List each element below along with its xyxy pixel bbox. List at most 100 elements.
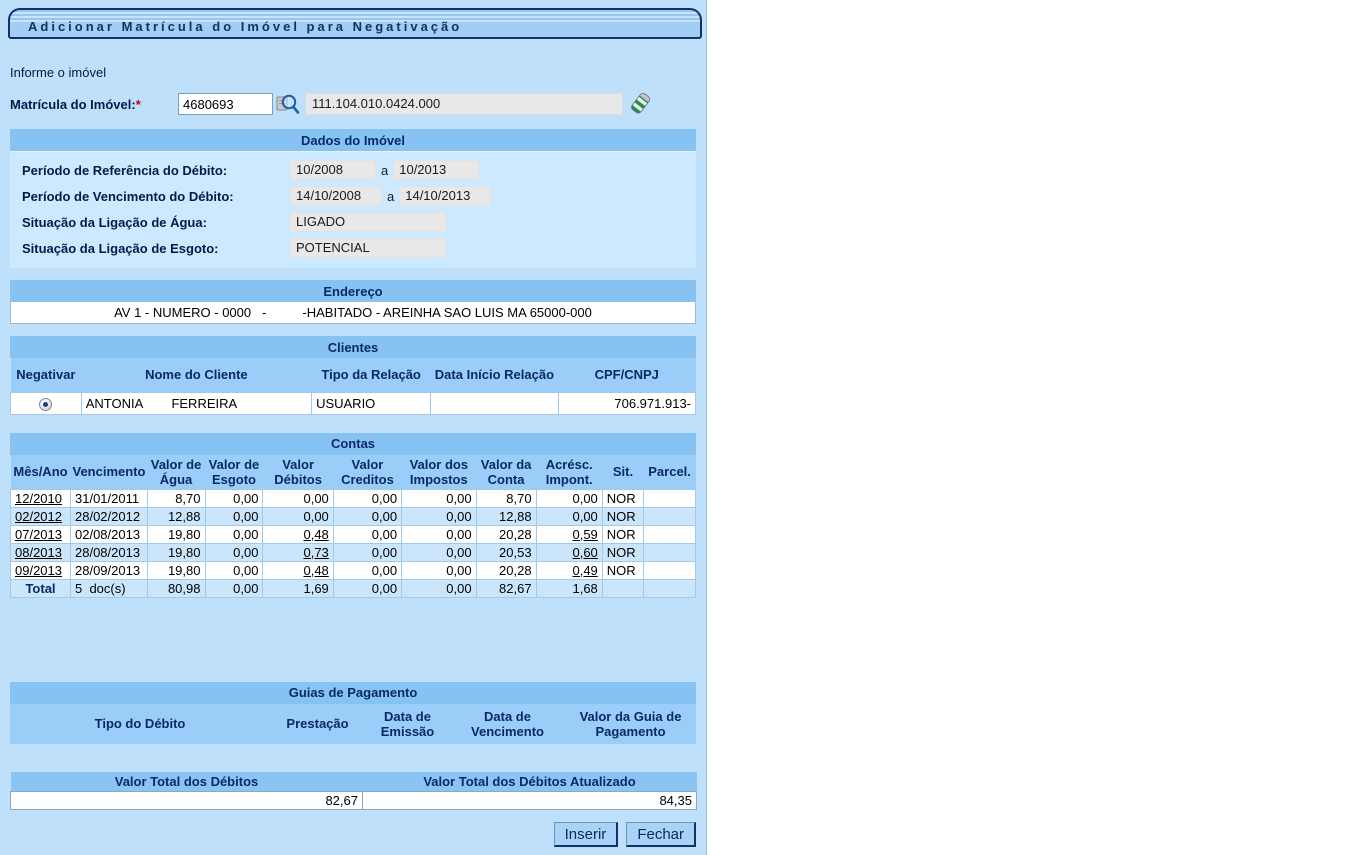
valor-creditos-cell: 0,00 [333,489,401,507]
guias-column-header: Tipo do Débito [10,704,270,744]
conta-row: 09/201328/09/201319,800,000,480,000,0020… [11,561,696,579]
mes-ano-link[interactable]: 09/2013 [11,561,71,579]
required-asterisk: * [136,97,141,112]
dados-imovel-panel: Dados do Imóvel Período de Referência do… [10,129,696,268]
valor-conta-cell: 20,28 [476,561,536,579]
contas-column-header: Acrésc. Impont. [536,455,602,490]
total-conta-cell: 82,67 [476,579,536,597]
total-acresc-cell: 1,68 [536,579,602,597]
mes-ano-link[interactable]: 02/2012 [11,507,71,525]
valor-total-debitos-value: 82,67 [11,792,363,810]
valor-debitos-link[interactable]: 0,48 [263,525,333,543]
cliente-cpf-cell: 706.971.913- [558,392,695,414]
periodo-from-field: 10/2008 [290,160,376,180]
dados-row: Período de Referência do Débito:10/2008 a… [16,157,690,183]
cliente-tipo-relacao-cell: USUARIO [312,392,431,414]
valor-agua-cell: 8,70 [147,489,205,507]
endereco-value: AV 1 - NUMERO - 0000 - -HABITADO - AREIN… [10,302,696,324]
dados-row-value: LIGADO [290,212,446,232]
clientes-table: NegativarNome do ClienteTipo da RelaçãoD… [10,358,696,415]
valor-conta-cell: 8,70 [476,489,536,507]
valor-debitos-cell: 0,00 [263,489,333,507]
matricula-input[interactable] [178,93,273,115]
contas-column-header: Valor dos Impostos [402,455,477,490]
contas-column-header: Valor de Água [147,455,205,490]
mes-ano-link[interactable]: 08/2013 [11,543,71,561]
vencimento-cell: 28/09/2013 [71,561,148,579]
matricula-label: Matrícula do Imóvel:* [10,97,178,112]
inserir-button[interactable]: Inserir [554,822,619,847]
acresc-impont-link[interactable]: 0,49 [536,561,602,579]
periodo-to-field: 14/10/2013 [399,186,491,206]
periodo-separator: a [381,163,388,178]
dados-row-label: Período de Vencimento do Débito: [16,189,290,204]
acresc-impont-link[interactable]: 0,60 [536,543,602,561]
mes-ano-link[interactable]: 07/2013 [11,525,71,543]
dados-row: Situação da Ligação de Água:LIGADO [16,209,690,235]
valor-impostos-cell: 0,00 [402,489,477,507]
valor-agua-cell: 19,80 [147,543,205,561]
valor-total-atualizado-value: 84,35 [363,792,697,810]
dados-row-label: Situação da Ligação de Esgoto: [16,241,290,256]
conta-row: 08/201328/08/201319,800,000,730,000,0020… [11,543,696,561]
valor-agua-cell: 12,88 [147,507,205,525]
endereco-title: Endereço [10,280,696,302]
clientes-column-header: Tipo da Relação [312,358,431,392]
total-impostos-cell: 0,00 [402,579,477,597]
clientes-panel: Clientes NegativarNome do ClienteTipo da… [10,336,696,415]
totais-table: Valor Total dos Débitos Valor Total dos … [10,772,697,811]
negativar-radio[interactable] [39,398,52,411]
dados-row-value: POTENCIAL [290,238,446,258]
contas-column-header: Parcel. [644,455,696,490]
contas-column-header: Sit. [602,455,643,490]
matricula-row: Matrícula do Imóvel:* 111.104.010.0424.0… [10,91,706,117]
search-icon[interactable] [276,92,300,116]
acresc-impont-link[interactable]: 0,59 [536,525,602,543]
guias-table: Tipo do DébitoPrestaçãoData de EmissãoDa… [10,704,696,744]
contas-table: Mês/AnoVencimentoValor de ÁguaValor de E… [10,455,696,598]
valor-total-debitos-header: Valor Total dos Débitos [11,772,363,792]
total-agua-cell: 80,98 [147,579,205,597]
situacao-cell: NOR [602,489,643,507]
valor-debitos-link[interactable]: 0,73 [263,543,333,561]
contas-column-header: Valor da Conta [476,455,536,490]
dados-imovel-title: Dados do Imóvel [10,129,696,151]
valor-impostos-cell: 0,00 [402,525,477,543]
clientes-column-header: Data Início Relação [431,358,558,392]
valor-esgoto-cell: 0,00 [205,507,263,525]
contas-total-row: Total5 doc(s)80,980,001,690,000,0082,671… [11,579,696,597]
total-label-cell: Total [11,579,71,597]
valor-debitos-link[interactable]: 0,48 [263,561,333,579]
total-sit-cell [602,579,643,597]
informe-imovel-label: Informe o imóvel [10,65,706,80]
eraser-icon[interactable] [629,91,651,117]
acresc-impont-cell: 0,00 [536,489,602,507]
valor-conta-cell: 20,53 [476,543,536,561]
conta-row: 12/201031/01/20118,700,000,000,000,008,7… [11,489,696,507]
valor-creditos-cell: 0,00 [333,561,401,579]
fechar-button[interactable]: Fechar [626,822,696,847]
conta-row: 02/201228/02/201212,880,000,000,000,0012… [11,507,696,525]
clientes-column-header: Nome do Cliente [81,358,311,392]
guias-column-header: Prestação [270,704,365,744]
vencimento-cell: 28/02/2012 [71,507,148,525]
valor-creditos-cell: 0,00 [333,525,401,543]
periodo-from-field: 14/10/2008 [290,186,382,206]
total-docs-cell: 5 doc(s) [71,579,148,597]
valor-esgoto-cell: 0,00 [205,489,263,507]
mes-ano-link[interactable]: 12/2010 [11,489,71,507]
matricula-label-text: Matrícula do Imóvel: [10,97,136,112]
valor-agua-cell: 19,80 [147,561,205,579]
dados-row-label: Período de Referência do Débito: [16,163,290,178]
total-parcel-cell [644,579,696,597]
cliente-nome-cell: ANTONIA FERREIRA [81,392,311,414]
parcelamento-cell [644,543,696,561]
valor-total-atualizado-header: Valor Total dos Débitos Atualizado [363,772,697,792]
periodo-to-field: 10/2013 [393,160,479,180]
valor-esgoto-cell: 0,00 [205,561,263,579]
negativacao-dialog: Adicionar Matrícula do Imóvel para Negat… [0,0,707,855]
inscricao-field: 111.104.010.0424.000 [305,93,623,115]
valor-esgoto-cell: 0,00 [205,543,263,561]
vencimento-cell: 02/08/2013 [71,525,148,543]
negativar-cell [11,392,82,414]
